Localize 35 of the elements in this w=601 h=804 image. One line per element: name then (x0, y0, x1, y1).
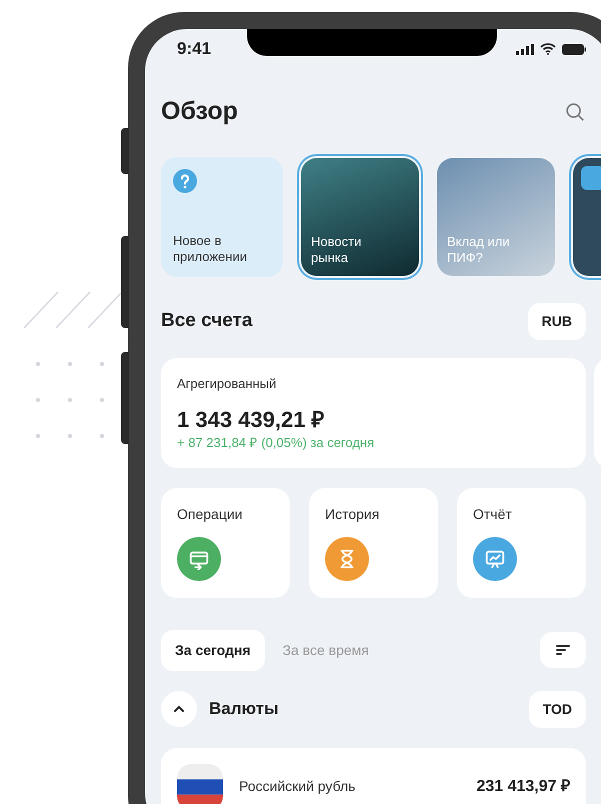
account-label: Агрегированный (177, 374, 278, 393)
story-card[interactable]: Новости рынка (301, 158, 419, 276)
sort-button[interactable] (540, 632, 586, 668)
story-title: Новое в приложении (173, 232, 248, 264)
collapse-button[interactable] (161, 691, 197, 727)
story-card[interactable]: Новое в приложении (161, 156, 283, 276)
account-card[interactable]: Агрегированный 1 343 439,21 ₽ + 87 231,84 ₽ (0,05%) за сегодня (161, 358, 586, 468)
story-title: Вклад или ПИФ? (447, 234, 511, 266)
page-title: Обзор (161, 96, 238, 127)
action-label: Отчёт (473, 504, 513, 524)
action-label: Операции (177, 504, 244, 524)
action-label: История (325, 504, 380, 524)
position-value: 231 413,97 ₽ (476, 776, 570, 796)
period-tab[interactable]: За сегодня (161, 630, 265, 670)
section-title: Валюты (209, 698, 278, 720)
story-icon (581, 166, 601, 190)
question-icon (173, 168, 197, 192)
flag-icon (177, 764, 223, 804)
sort-icon (556, 644, 570, 656)
mode-button[interactable]: TOD (528, 690, 586, 728)
action-card[interactable]: Операции (161, 488, 290, 598)
section-title: Все счета (161, 308, 252, 333)
search-icon[interactable] (564, 100, 586, 123)
status-time: 9:41 (177, 38, 212, 60)
story-title: Новости рынка (311, 234, 362, 266)
account-change: + 87 231,84 ₽ (0,05%) за сегодня (177, 434, 376, 452)
signal-icon (516, 44, 534, 54)
wifi-icon (540, 43, 556, 55)
currency-button[interactable]: RUB (528, 302, 586, 340)
battery-icon (562, 44, 586, 54)
chevron-icon (173, 705, 185, 713)
account-total: 1 343 439,21 ₽ (177, 407, 326, 433)
action-card[interactable]: История (309, 488, 438, 598)
action-card[interactable]: Отчёт (457, 488, 586, 598)
position-name: Российский рубль (239, 777, 356, 796)
